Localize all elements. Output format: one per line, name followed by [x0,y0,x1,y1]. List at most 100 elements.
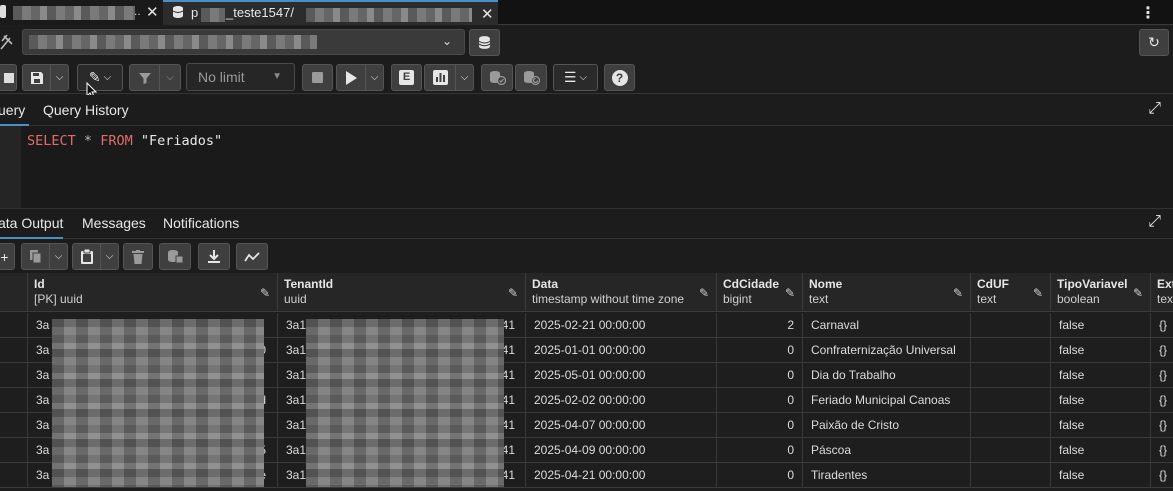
cdcidade-cell[interactable]: 2 [717,313,803,338]
cduf-cell[interactable] [971,463,1051,488]
copy-button[interactable] [21,243,50,270]
cduf-cell[interactable] [971,438,1051,463]
column-header-ext[interactable]: Ext tex [1151,273,1173,312]
new-connection-button[interactable] [469,29,500,56]
nome-cell[interactable]: Paixão de Cristo [803,413,971,438]
expand-icon[interactable]: ⤢ [1148,100,1161,118]
data-cell[interactable]: 2025-05-01 00:00:00 [526,363,717,388]
explain-analyze-button[interactable] [424,64,456,91]
tab-query-history[interactable]: Query History [43,95,129,126]
expand-icon[interactable]: ⤢ [1148,213,1161,231]
help-button[interactable]: ? [604,64,635,91]
sql-editor[interactable]: SELECT * FROM "Feriados" [0,126,1173,208]
execute-options-button[interactable]: ⌵ [366,64,384,91]
data-cell[interactable]: 2025-04-21 00:00:00 [526,463,717,488]
cduf-cell[interactable] [971,363,1051,388]
execute-button[interactable] [336,64,366,91]
tab-notifications[interactable]: Notifications [163,208,239,239]
cdcidade-cell[interactable]: 0 [717,338,803,363]
pencil-icon[interactable]: ✎ [953,286,963,300]
tab-active-query[interactable]: p _teste1547/ ✕ [163,0,498,25]
pencil-icon[interactable]: ✎ [260,286,270,300]
rollback-button[interactable] [515,64,547,91]
pencil-icon[interactable]: ✎ [1033,286,1043,300]
open-file-button[interactable] [0,64,17,91]
explain-button[interactable]: E [391,64,422,91]
cdcidade-cell[interactable]: 0 [717,363,803,388]
column-header-tenantid[interactable]: TenantId uuid ✎ [278,273,526,312]
tab-close-icon[interactable]: ✕ [481,5,494,23]
nome-cell[interactable]: Dia do Trabalho [803,363,971,388]
pencil-icon[interactable]: ✎ [785,286,795,300]
explain-options-button[interactable]: ⌵ [456,64,474,91]
add-row-button[interactable]: + [0,243,15,270]
ext-cell[interactable]: {} [1151,463,1173,488]
pencil-icon[interactable]: ✎ [1133,286,1143,300]
ext-cell[interactable]: {} [1151,363,1173,388]
save-data-button[interactable] [159,243,191,270]
delete-button[interactable] [123,243,153,270]
column-header-cduf[interactable]: CdUF text ✎ [971,273,1051,312]
sql-code[interactable]: SELECT * FROM "Feriados" [27,133,222,149]
ext-cell[interactable]: {} [1151,313,1173,338]
ext-cell[interactable]: {} [1151,438,1173,463]
data-cell[interactable]: 2025-04-09 00:00:00 [526,438,717,463]
tab-previous[interactable]: .. ✕ [0,0,163,25]
graph-visualiser-button[interactable] [236,243,268,270]
cduf-cell[interactable] [971,338,1051,363]
column-header-id[interactable]: Id [PK] uuid ✎ [28,273,278,312]
cduf-cell[interactable] [971,413,1051,438]
data-cell[interactable]: 2025-02-02 00:00:00 [526,388,717,413]
save-file-button[interactable] [22,64,51,91]
nome-cell[interactable]: Tiradentes [803,463,971,488]
paste-options-button[interactable]: ⌵ [101,243,119,270]
tipovariavel-cell[interactable]: false [1051,338,1151,363]
tab-close-icon[interactable]: ✕ [146,3,159,21]
commit-button[interactable] [481,64,513,91]
macros-button[interactable]: ☰ ⌵ [553,64,598,91]
copy-options-button[interactable]: ⌵ [50,243,68,270]
nome-cell[interactable]: Feriado Municipal Canoas [803,388,971,413]
tipovariavel-cell[interactable]: false [1051,388,1151,413]
data-cell[interactable]: 2025-01-01 00:00:00 [526,338,717,363]
ext-cell[interactable]: {} [1151,388,1173,413]
cdcidade-cell[interactable]: 0 [717,438,803,463]
filter-options-button[interactable]: ⌵ [160,64,181,91]
cduf-cell[interactable] [971,388,1051,413]
ext-cell[interactable]: {} [1151,413,1173,438]
data-cell[interactable]: 2025-02-21 00:00:00 [526,313,717,338]
tipovariavel-cell[interactable]: false [1051,463,1151,488]
tipovariavel-cell[interactable]: false [1051,413,1151,438]
cdcidade-cell[interactable]: 0 [717,388,803,413]
ext-cell[interactable]: {} [1151,338,1173,363]
download-button[interactable] [198,243,230,270]
reset-layout-button[interactable]: ↻ [1139,29,1169,56]
paste-button[interactable] [72,243,101,270]
more-menu-icon[interactable]: ⋮ [1140,3,1156,23]
tipovariavel-cell[interactable]: false [1051,313,1151,338]
row-limit-select[interactable]: No limit ▼ [186,63,295,91]
edit-options-button[interactable]: ✎ ⌵ [77,64,123,91]
cdcidade-cell[interactable]: 0 [717,413,803,438]
stop-button[interactable] [302,64,333,91]
column-header-data[interactable]: Data timestamp without time zone ✎ [526,273,717,312]
column-header-tipovariavel[interactable]: TipoVariavel boolean ✎ [1051,273,1151,312]
cduf-cell[interactable] [971,313,1051,338]
pencil-icon[interactable]: ✎ [699,286,709,300]
tipovariavel-cell[interactable]: false [1051,438,1151,463]
data-cell[interactable]: 2025-04-07 00:00:00 [526,413,717,438]
tab-messages[interactable]: Messages [82,208,146,239]
tipovariavel-cell[interactable]: false [1051,363,1151,388]
tab-query[interactable]: uery [0,95,29,126]
column-header-nome[interactable]: Nome text ✎ [803,273,971,312]
save-options-button[interactable]: ⌵ [51,64,69,91]
nome-cell[interactable]: Carnaval [803,313,971,338]
connection-select[interactable]: ⌄ [22,29,465,55]
pencil-icon[interactable]: ✎ [508,286,518,300]
tab-data-output[interactable]: ata Output [0,208,64,239]
filter-button[interactable] [129,64,160,91]
nome-cell[interactable]: Páscoa [803,438,971,463]
cdcidade-cell[interactable]: 0 [717,463,803,488]
plug-icon[interactable] [0,34,14,52]
nome-cell[interactable]: Confraternização Universal [803,338,971,363]
